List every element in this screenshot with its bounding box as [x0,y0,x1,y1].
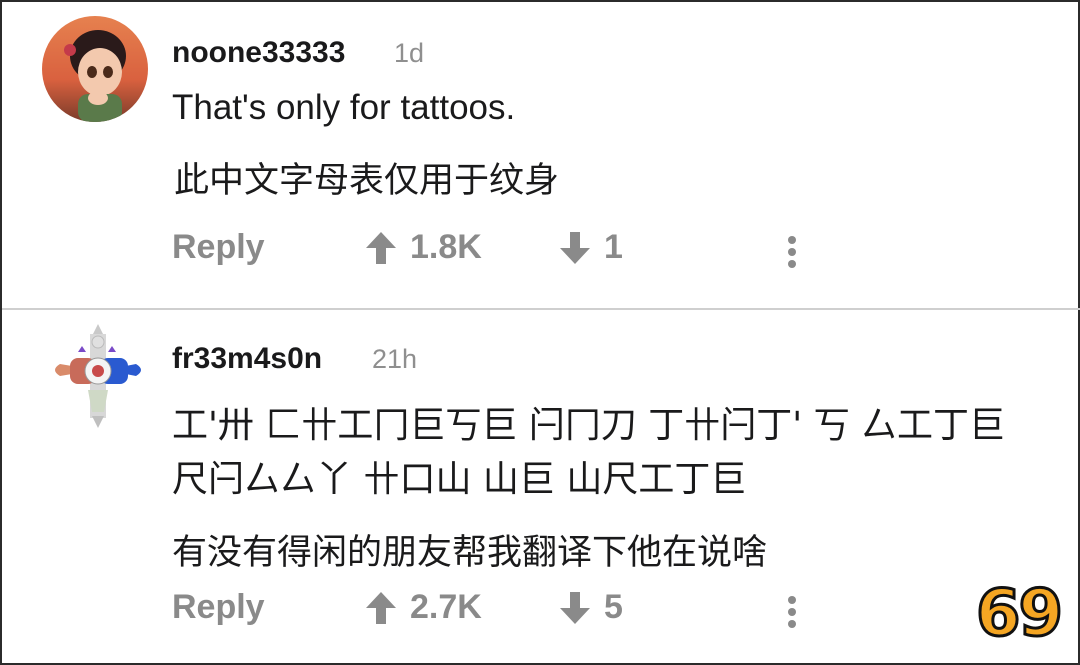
arrow-down-icon [558,590,592,626]
downvote-count: 5 [604,588,623,626]
comment: noone33333 1d That's only for tattoos. 此… [2,2,1080,308]
more-vertical-icon[interactable] [782,232,802,272]
upvote-button[interactable]: 1.8K [364,228,482,267]
comment-actions: Reply 2.7K 5 [2,588,1080,638]
comment-text-line: 有没有得闲的朋友帮我翻译下他在说啥 [172,533,768,573]
avatar[interactable] [42,16,148,122]
comment-thread: noone33333 1d That's only for tattoos. 此… [0,0,1080,665]
upvote-count: 2.7K [410,588,482,626]
upvote-count: 1.8K [410,228,482,266]
upvote-button[interactable]: 2.7K [364,588,482,627]
more-vertical-icon[interactable] [782,592,802,632]
comment-text-line: 此中文字母表仅用于纹身 [174,161,560,201]
reply-button[interactable]: Reply [172,228,265,267]
reply-button[interactable]: Reply [172,588,265,627]
comment-text-line: 工'卅 匚卄工冂巨丂巨 闩冂刀 丁卄闩丁' 丂 厶工丁巨 [172,405,1006,446]
watermark-badge: 69 [974,576,1064,653]
comment-actions: Reply 1.8K 1 [2,228,1080,278]
arrow-up-icon [364,230,398,266]
avatar[interactable] [42,320,154,432]
timestamp: 21h [372,344,418,374]
arrow-down-icon [558,230,592,266]
arrow-up-icon [364,590,398,626]
comment-text-line: 尺闩厶厶丫 卄口山 山巨 山尺工丁巨 [172,459,747,500]
downvote-count: 1 [604,228,623,266]
username[interactable]: noone33333 [172,36,345,70]
timestamp: 1d [394,38,425,68]
downvote-button[interactable]: 5 [558,588,623,627]
comment-text-line: That's only for tattoos. [172,88,516,127]
username[interactable]: fr33m4s0n [172,342,322,376]
downvote-button[interactable]: 1 [558,228,623,267]
